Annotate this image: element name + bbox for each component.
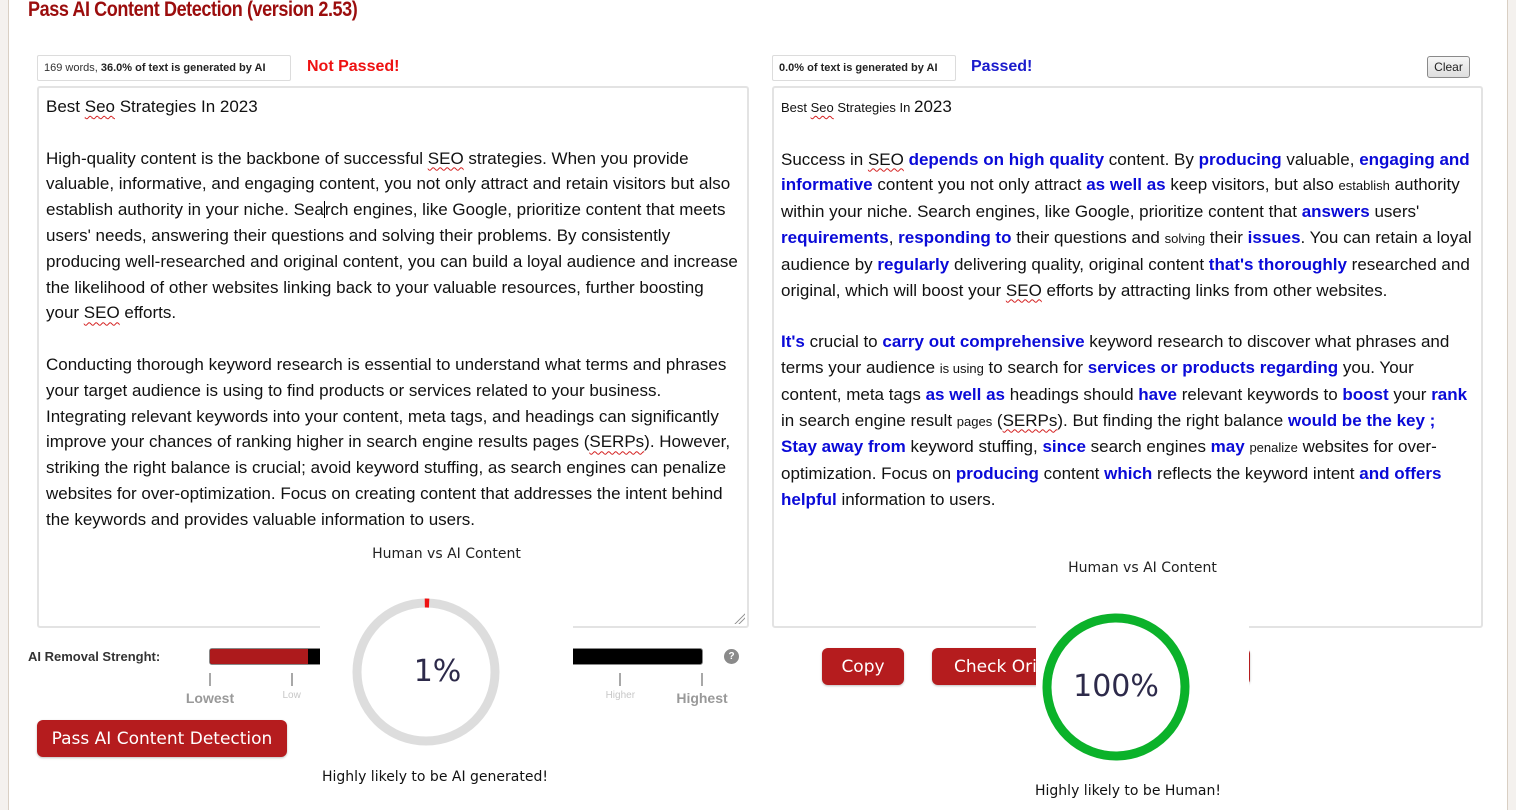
copy-button[interactable]: Copy: [822, 648, 904, 685]
gauge-human-caption: Highly likely to be Human!: [1035, 783, 1221, 799]
text-segment: headings should: [1004, 384, 1139, 404]
slider-tick-label: Higher: [605, 690, 636, 701]
input-paragraph-1: High-quality content is the backbone of …: [46, 148, 738, 323]
small-word: is using: [939, 360, 984, 376]
text-segment: search engines: [1085, 437, 1211, 457]
gauge-ai-value: 1%: [413, 654, 462, 689]
text-segment: relevant keywords to: [1177, 384, 1343, 404]
slider-tick: [619, 673, 622, 686]
rewritten-phrase: producing: [1198, 149, 1282, 169]
text-segment: your: [1388, 384, 1432, 404]
rewritten-phrase: that's thoroughly: [1208, 254, 1347, 274]
rewritten-phrase: have: [1138, 384, 1178, 404]
small-word: penalize: [1249, 440, 1298, 456]
rewritten-phrase: responding to: [898, 227, 1012, 247]
ai-percent-input: 36.0% of text is generated by AI: [100, 62, 266, 74]
rewritten-phrase: rank: [1431, 384, 1468, 404]
text-segment: their questions and: [1011, 227, 1165, 247]
rewritten-phrase: since: [1042, 437, 1086, 457]
slider-tick: [209, 673, 211, 686]
rewritten-phrase: requirements: [781, 227, 889, 247]
text-segment: crucial to: [804, 332, 883, 352]
small-word: solving: [1164, 230, 1206, 246]
slider-tick: [290, 673, 293, 686]
pass-ai-detection-button[interactable]: Pass AI Content Detection: [37, 720, 287, 757]
output-stats: 0.0% of text is generated by AI: [772, 55, 956, 81]
slider-fill: [210, 649, 309, 664]
text-segment: information to users.: [836, 489, 996, 509]
misspelled-word: SEO: [867, 149, 904, 169]
output-text[interactable]: Best Seo Strategies In 2023 Success in S…: [772, 86, 1483, 628]
small-word: establish: [1338, 178, 1390, 194]
text-segment: reflects the keyword intent: [1152, 464, 1360, 484]
rewritten-phrase: issues: [1247, 227, 1301, 247]
text-segment: content. By: [1104, 149, 1199, 169]
text-segment: keyword stuffing,: [905, 437, 1043, 457]
slider-tick-label: Low: [282, 690, 301, 701]
text-segment: efforts by attracting links from other w…: [1041, 280, 1388, 300]
output-paragraph-2: It's crucial to carry out comprehensive …: [781, 329, 1474, 513]
text-segment: ,: [888, 227, 899, 247]
rewritten-phrase: It's: [781, 332, 805, 352]
text-segment: keep visitors, but also: [1165, 175, 1339, 195]
text-segment: (: [992, 410, 1003, 430]
rewritten-phrase: producing: [955, 464, 1039, 484]
misspelled-word: SERPs: [1002, 410, 1058, 430]
input-heading: Best Seo Strategies In 2023: [46, 97, 258, 116]
text-segment: ). But finding the right balance: [1057, 410, 1288, 430]
gauge-human-panel: Human vs AI Content 100% Highly likely t…: [1035, 555, 1249, 810]
slider-tick-label: Lowest: [185, 690, 235, 706]
clear-button[interactable]: Clear: [1427, 56, 1470, 78]
rewritten-phrase: depends on high quality: [908, 149, 1105, 169]
gauge-title: Human vs AI Content: [1068, 560, 1217, 576]
input-paragraph-2: Conducting thorough keyword research is …: [46, 354, 731, 529]
gauge-ai-caption: Highly likely to be AI generated!: [322, 769, 548, 785]
ai-removal-label: AI Removal Strenght:: [28, 649, 161, 664]
output-status: Passed!: [971, 58, 1033, 75]
input-status: Not Passed!: [307, 58, 400, 75]
small-word: pages: [956, 413, 993, 429]
text-segment: content you not only attract: [872, 175, 1087, 195]
rewritten-phrase: answers: [1301, 202, 1370, 222]
gauge-human-value: 100%: [1073, 669, 1159, 704]
input-stats: 169 words, 36.0% of text is generated by…: [37, 55, 291, 81]
page-title: Pass AI Content Detection (version 2.53): [28, 0, 358, 21]
misspelled-word: SEO: [1005, 280, 1042, 300]
gauge-title: Human vs AI Content: [372, 546, 521, 562]
text-segment: users': [1369, 202, 1420, 222]
ai-percent-output: 0.0% of text is generated by AI: [779, 62, 938, 74]
text-segment: Success in: [781, 149, 868, 169]
text-segment: in search engine result: [781, 410, 957, 430]
slider-tick-label: Highest: [676, 690, 728, 706]
slider-tick: [701, 673, 703, 686]
rewritten-phrase: which: [1104, 464, 1153, 484]
word-count: 169 words,: [44, 62, 101, 74]
rewritten-phrase: carry out comprehensive: [882, 332, 1085, 352]
text-segment: their: [1205, 227, 1248, 247]
rewritten-phrase: services or products regarding: [1087, 357, 1339, 377]
rewritten-phrase: as well as: [925, 384, 1005, 404]
text-segment: delivering quality, original content: [949, 254, 1209, 274]
output-heading: Best Seo Strategies In 2023: [781, 97, 952, 116]
rewritten-phrase: boost: [1342, 384, 1389, 404]
text-segment: content: [1038, 464, 1105, 484]
text-segment: valuable,: [1281, 149, 1360, 169]
gauge-ai-panel: Human vs AI Content 1% Highly likely to …: [320, 540, 573, 810]
help-icon[interactable]: ?: [724, 649, 739, 664]
rewritten-phrase: regularly: [877, 254, 950, 274]
rewritten-phrase: as well as: [1086, 175, 1166, 195]
text-segment: to search for: [983, 357, 1088, 377]
resize-handle-icon[interactable]: [733, 612, 745, 624]
rewritten-phrase: may: [1210, 437, 1245, 457]
output-paragraph-1: Success in SEO depends on high quality c…: [781, 147, 1474, 304]
